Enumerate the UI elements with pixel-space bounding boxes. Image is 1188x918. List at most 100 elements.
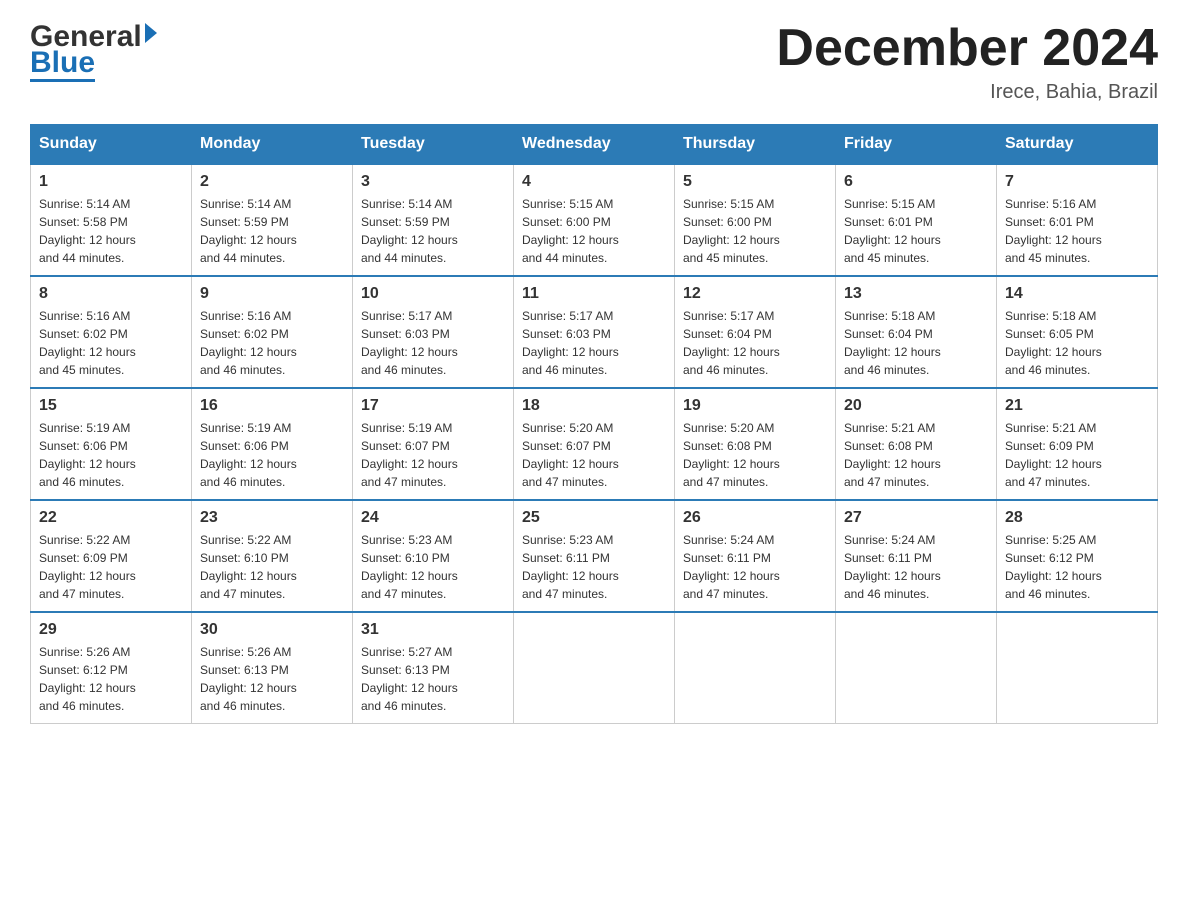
day-number: 8 <box>39 285 183 303</box>
week-row-3: 15 Sunrise: 5:19 AM Sunset: 6:06 PM Dayl… <box>31 388 1158 500</box>
calendar-cell: 28 Sunrise: 5:25 AM Sunset: 6:12 PM Dayl… <box>997 500 1158 612</box>
calendar-cell: 1 Sunrise: 5:14 AM Sunset: 5:58 PM Dayli… <box>31 164 192 276</box>
day-number: 12 <box>683 285 827 303</box>
calendar-cell <box>514 612 675 724</box>
day-info: Sunrise: 5:14 AM Sunset: 5:58 PM Dayligh… <box>39 195 183 267</box>
day-info: Sunrise: 5:14 AM Sunset: 5:59 PM Dayligh… <box>200 195 344 267</box>
day-info: Sunrise: 5:21 AM Sunset: 6:08 PM Dayligh… <box>844 419 988 491</box>
weekday-row: SundayMondayTuesdayWednesdayThursdayFrid… <box>31 125 1158 165</box>
weekday-thursday: Thursday <box>675 125 836 165</box>
calendar-cell: 13 Sunrise: 5:18 AM Sunset: 6:04 PM Dayl… <box>836 276 997 388</box>
calendar-table: SundayMondayTuesdayWednesdayThursdayFrid… <box>30 124 1158 724</box>
calendar-cell: 4 Sunrise: 5:15 AM Sunset: 6:00 PM Dayli… <box>514 164 675 276</box>
week-row-5: 29 Sunrise: 5:26 AM Sunset: 6:12 PM Dayl… <box>31 612 1158 724</box>
day-info: Sunrise: 5:23 AM Sunset: 6:11 PM Dayligh… <box>522 531 666 603</box>
day-info: Sunrise: 5:18 AM Sunset: 6:05 PM Dayligh… <box>1005 307 1149 379</box>
calendar-cell: 15 Sunrise: 5:19 AM Sunset: 6:06 PM Dayl… <box>31 388 192 500</box>
calendar-cell: 17 Sunrise: 5:19 AM Sunset: 6:07 PM Dayl… <box>353 388 514 500</box>
day-info: Sunrise: 5:16 AM Sunset: 6:02 PM Dayligh… <box>200 307 344 379</box>
day-number: 26 <box>683 509 827 527</box>
calendar-cell: 30 Sunrise: 5:26 AM Sunset: 6:13 PM Dayl… <box>192 612 353 724</box>
calendar-cell: 5 Sunrise: 5:15 AM Sunset: 6:00 PM Dayli… <box>675 164 836 276</box>
calendar-cell: 6 Sunrise: 5:15 AM Sunset: 6:01 PM Dayli… <box>836 164 997 276</box>
day-number: 21 <box>1005 397 1149 415</box>
calendar-cell: 7 Sunrise: 5:16 AM Sunset: 6:01 PM Dayli… <box>997 164 1158 276</box>
day-info: Sunrise: 5:22 AM Sunset: 6:10 PM Dayligh… <box>200 531 344 603</box>
week-row-1: 1 Sunrise: 5:14 AM Sunset: 5:58 PM Dayli… <box>31 164 1158 276</box>
day-info: Sunrise: 5:19 AM Sunset: 6:06 PM Dayligh… <box>200 419 344 491</box>
calendar-cell: 24 Sunrise: 5:23 AM Sunset: 6:10 PM Dayl… <box>353 500 514 612</box>
day-number: 23 <box>200 509 344 527</box>
page-header: General Blue December 2024 Irece, Bahia,… <box>30 20 1158 104</box>
calendar-cell: 11 Sunrise: 5:17 AM Sunset: 6:03 PM Dayl… <box>514 276 675 388</box>
day-info: Sunrise: 5:20 AM Sunset: 6:08 PM Dayligh… <box>683 419 827 491</box>
day-number: 9 <box>200 285 344 303</box>
day-info: Sunrise: 5:20 AM Sunset: 6:07 PM Dayligh… <box>522 419 666 491</box>
calendar-cell: 16 Sunrise: 5:19 AM Sunset: 6:06 PM Dayl… <box>192 388 353 500</box>
calendar-cell: 18 Sunrise: 5:20 AM Sunset: 6:07 PM Dayl… <box>514 388 675 500</box>
calendar-cell: 27 Sunrise: 5:24 AM Sunset: 6:11 PM Dayl… <box>836 500 997 612</box>
weekday-sunday: Sunday <box>31 125 192 165</box>
weekday-friday: Friday <box>836 125 997 165</box>
day-number: 30 <box>200 621 344 639</box>
day-info: Sunrise: 5:14 AM Sunset: 5:59 PM Dayligh… <box>361 195 505 267</box>
day-info: Sunrise: 5:22 AM Sunset: 6:09 PM Dayligh… <box>39 531 183 603</box>
day-number: 27 <box>844 509 988 527</box>
day-number: 24 <box>361 509 505 527</box>
calendar-cell: 2 Sunrise: 5:14 AM Sunset: 5:59 PM Dayli… <box>192 164 353 276</box>
logo-triangle-icon <box>145 23 157 43</box>
day-number: 4 <box>522 173 666 191</box>
day-number: 6 <box>844 173 988 191</box>
day-info: Sunrise: 5:26 AM Sunset: 6:13 PM Dayligh… <box>200 643 344 715</box>
day-number: 2 <box>200 173 344 191</box>
calendar-cell: 9 Sunrise: 5:16 AM Sunset: 6:02 PM Dayli… <box>192 276 353 388</box>
calendar-cell <box>836 612 997 724</box>
day-info: Sunrise: 5:26 AM Sunset: 6:12 PM Dayligh… <box>39 643 183 715</box>
day-number: 10 <box>361 285 505 303</box>
calendar-cell: 22 Sunrise: 5:22 AM Sunset: 6:09 PM Dayl… <box>31 500 192 612</box>
day-info: Sunrise: 5:21 AM Sunset: 6:09 PM Dayligh… <box>1005 419 1149 491</box>
title-section: December 2024 Irece, Bahia, Brazil <box>776 20 1158 104</box>
calendar-cell: 29 Sunrise: 5:26 AM Sunset: 6:12 PM Dayl… <box>31 612 192 724</box>
day-number: 19 <box>683 397 827 415</box>
day-number: 7 <box>1005 173 1149 191</box>
day-info: Sunrise: 5:17 AM Sunset: 6:03 PM Dayligh… <box>522 307 666 379</box>
day-number: 25 <box>522 509 666 527</box>
day-info: Sunrise: 5:19 AM Sunset: 6:07 PM Dayligh… <box>361 419 505 491</box>
day-info: Sunrise: 5:18 AM Sunset: 6:04 PM Dayligh… <box>844 307 988 379</box>
calendar-header: SundayMondayTuesdayWednesdayThursdayFrid… <box>31 125 1158 165</box>
day-info: Sunrise: 5:17 AM Sunset: 6:03 PM Dayligh… <box>361 307 505 379</box>
weekday-saturday: Saturday <box>997 125 1158 165</box>
week-row-4: 22 Sunrise: 5:22 AM Sunset: 6:09 PM Dayl… <box>31 500 1158 612</box>
logo: General Blue <box>30 20 157 82</box>
day-info: Sunrise: 5:17 AM Sunset: 6:04 PM Dayligh… <box>683 307 827 379</box>
logo-underline <box>30 79 95 82</box>
day-number: 15 <box>39 397 183 415</box>
day-number: 5 <box>683 173 827 191</box>
day-number: 22 <box>39 509 183 527</box>
day-info: Sunrise: 5:15 AM Sunset: 6:01 PM Dayligh… <box>844 195 988 267</box>
calendar-cell <box>997 612 1158 724</box>
day-number: 14 <box>1005 285 1149 303</box>
day-number: 29 <box>39 621 183 639</box>
calendar-cell: 26 Sunrise: 5:24 AM Sunset: 6:11 PM Dayl… <box>675 500 836 612</box>
weekday-monday: Monday <box>192 125 353 165</box>
week-row-2: 8 Sunrise: 5:16 AM Sunset: 6:02 PM Dayli… <box>31 276 1158 388</box>
calendar-cell: 20 Sunrise: 5:21 AM Sunset: 6:08 PM Dayl… <box>836 388 997 500</box>
day-number: 17 <box>361 397 505 415</box>
calendar-cell: 23 Sunrise: 5:22 AM Sunset: 6:10 PM Dayl… <box>192 500 353 612</box>
weekday-tuesday: Tuesday <box>353 125 514 165</box>
weekday-wednesday: Wednesday <box>514 125 675 165</box>
calendar-cell <box>675 612 836 724</box>
calendar-subtitle: Irece, Bahia, Brazil <box>776 81 1158 104</box>
day-info: Sunrise: 5:19 AM Sunset: 6:06 PM Dayligh… <box>39 419 183 491</box>
calendar-cell: 19 Sunrise: 5:20 AM Sunset: 6:08 PM Dayl… <box>675 388 836 500</box>
calendar-body: 1 Sunrise: 5:14 AM Sunset: 5:58 PM Dayli… <box>31 164 1158 724</box>
calendar-cell: 3 Sunrise: 5:14 AM Sunset: 5:59 PM Dayli… <box>353 164 514 276</box>
day-number: 11 <box>522 285 666 303</box>
day-info: Sunrise: 5:15 AM Sunset: 6:00 PM Dayligh… <box>522 195 666 267</box>
day-info: Sunrise: 5:16 AM Sunset: 6:01 PM Dayligh… <box>1005 195 1149 267</box>
day-number: 1 <box>39 173 183 191</box>
calendar-cell: 10 Sunrise: 5:17 AM Sunset: 6:03 PM Dayl… <box>353 276 514 388</box>
calendar-cell: 12 Sunrise: 5:17 AM Sunset: 6:04 PM Dayl… <box>675 276 836 388</box>
